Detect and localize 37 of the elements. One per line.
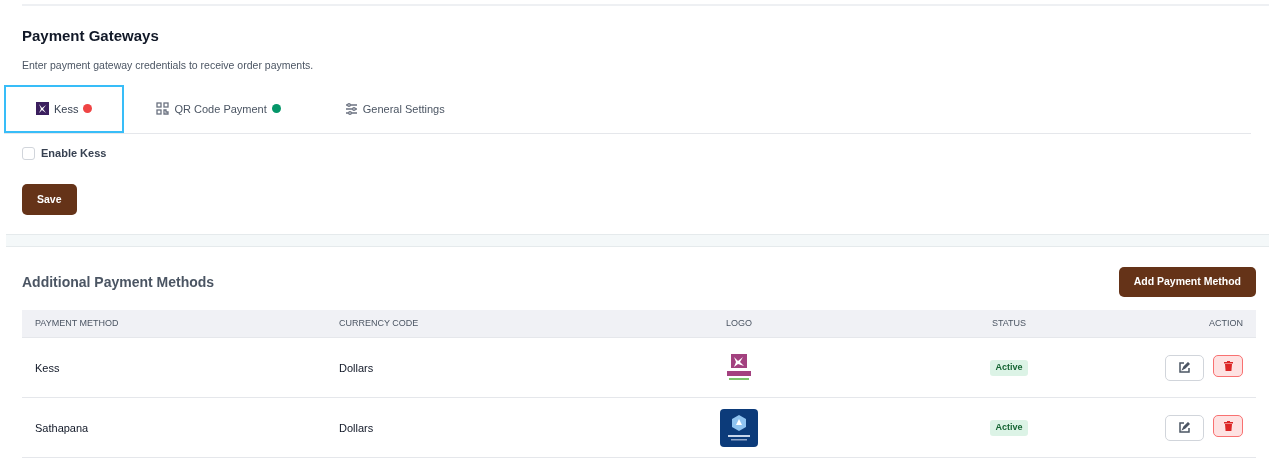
table-cell: Dollars (339, 361, 374, 374)
column-header: STATUS (991, 317, 1027, 330)
column-header: CURRENCY CODE (339, 318, 419, 328)
table-cell: Dollars (339, 421, 374, 434)
tab[interactable]: Kess (4, 84, 125, 133)
tab-label: General Settings (362, 101, 445, 117)
column-header: PAYMENT METHOD (35, 318, 119, 328)
edit-icon (1179, 422, 1190, 434)
logo-icon (720, 408, 758, 447)
tab[interactable]: General Settings (312, 84, 477, 133)
checkbox[interactable] (22, 146, 35, 160)
column-header: ACTION (1209, 317, 1243, 330)
section-description: Enter payment gateway credentials to receive order payments. (22, 58, 315, 73)
edit-button[interactable] (1165, 354, 1204, 381)
edit-icon (1179, 362, 1190, 374)
tab-label: Kess (54, 101, 79, 117)
table-cell: Kess (35, 361, 60, 374)
trash-icon (1223, 420, 1233, 431)
save-button[interactable]: Save (22, 184, 77, 216)
status-badge: Active (990, 360, 1028, 376)
logo-icon (726, 353, 752, 382)
tab-label: QR Code Payment (174, 101, 267, 117)
tab[interactable]: QR Code Payment (124, 84, 313, 133)
qr-code-icon (156, 102, 170, 116)
column-header: LOGO (726, 317, 752, 330)
add-button[interactable]: Add Payment Method (1118, 267, 1256, 298)
star-logo-icon (36, 102, 49, 116)
trash-icon (1223, 360, 1233, 371)
status-badge: Active (990, 420, 1028, 436)
delete-button[interactable] (1213, 414, 1243, 437)
delete-button[interactable] (1213, 354, 1243, 377)
checkbox-label: Enable Kess (41, 145, 107, 161)
table-cell: Sathapana (35, 421, 89, 434)
edit-button[interactable] (1165, 414, 1204, 441)
sliders-icon (344, 102, 358, 115)
section-title: Additional Payment Methods (22, 272, 215, 292)
section-title: Payment Gateways (22, 26, 160, 46)
